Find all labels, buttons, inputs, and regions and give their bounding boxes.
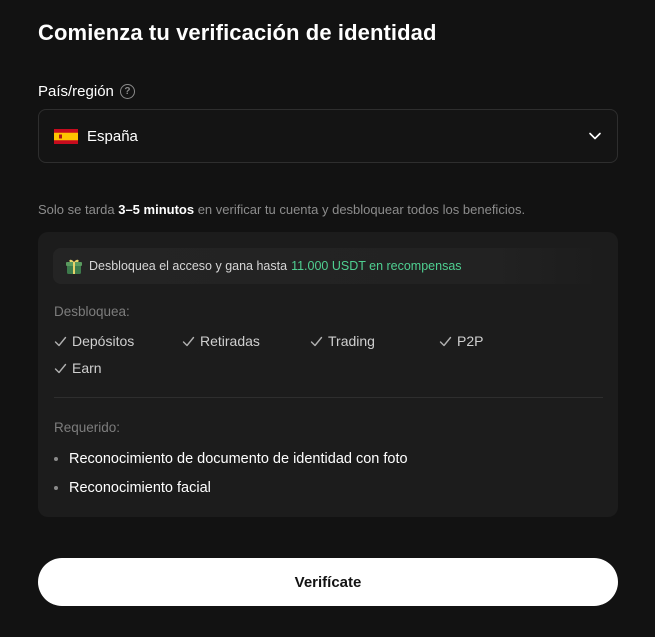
gift-box-icon: [66, 259, 82, 274]
feature-label: Trading: [328, 333, 375, 349]
bullet-icon: [54, 486, 58, 490]
identity-verification-page: Comienza tu verificación de identidad Pa…: [0, 0, 655, 637]
feature-item-deposits: Depósitos: [54, 333, 134, 349]
feature-label: Retiradas: [200, 333, 260, 349]
checkmark-icon: [439, 336, 452, 346]
bullet-icon: [54, 457, 58, 461]
requirement-label: Reconocimiento facial: [69, 480, 211, 496]
note-text-after: en verificar tu cuenta y desbloquear tod…: [194, 202, 526, 217]
time-estimate-note: Solo se tarda 3–5 minutos en verificar t…: [38, 202, 525, 217]
requirement-label: Reconocimiento de documento de identidad…: [69, 451, 408, 467]
card-divider: [54, 397, 603, 398]
feature-label: Depósitos: [72, 333, 135, 349]
note-text-before: Solo se tarda: [38, 202, 119, 217]
feature-label: Earn: [72, 360, 102, 376]
country-field-label: País/región: [38, 83, 114, 100]
country-select-value: España: [87, 127, 138, 145]
unlock-label: Desbloquea:: [54, 304, 130, 319]
required-label: Requerido:: [54, 420, 121, 435]
rewards-promo-banner: Desbloquea el acceso y gana hasta 11.000…: [53, 248, 603, 284]
checkmark-icon: [54, 336, 67, 346]
requirement-item-facial-recognition: Reconocimiento facial: [54, 480, 211, 496]
question-circle-icon[interactable]: ?: [119, 84, 135, 99]
feature-item-trading: Trading: [310, 333, 375, 349]
chevron-down-icon: [589, 132, 601, 140]
benefits-card: Desbloquea el acceso y gana hasta 11.000…: [38, 232, 618, 517]
feature-item-withdrawals: Retiradas: [182, 333, 260, 349]
promo-reward-amount: 11.000 USDT en recompensas: [291, 259, 462, 273]
country-field-label-row: País/región ?: [38, 83, 135, 100]
feature-label: P2P: [457, 333, 484, 349]
checkmark-icon: [310, 336, 323, 346]
promo-text: Desbloquea el acceso y gana hasta: [89, 259, 288, 273]
requirement-item-id-document: Reconocimiento de documento de identidad…: [54, 451, 408, 467]
verify-button[interactable]: Verifícate: [38, 558, 618, 606]
note-duration: 3–5 minutos: [118, 202, 195, 217]
checkmark-icon: [182, 336, 195, 346]
country-select[interactable]: España: [38, 109, 618, 163]
checkmark-icon: [54, 363, 67, 373]
spain-flag-icon: [54, 128, 78, 144]
page-title: Comienza tu verificación de identidad: [38, 20, 437, 45]
feature-item-earn: Earn: [54, 360, 102, 376]
feature-item-p2p: P2P: [439, 333, 483, 349]
